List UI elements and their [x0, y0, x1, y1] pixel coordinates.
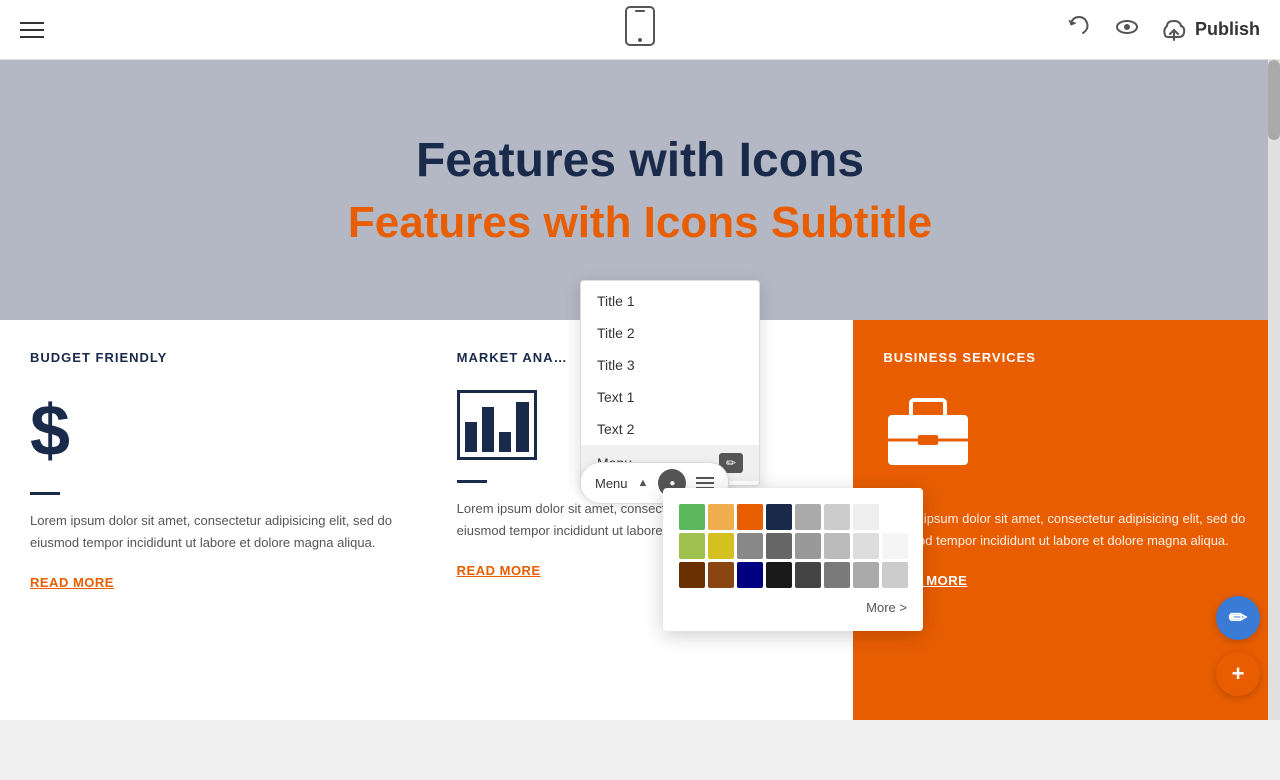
feature-card-budget: BUDGET FRIENDLY $ Lorem ipsum dolor sit … — [0, 320, 427, 720]
dropdown-item-title1[interactable]: Title 1 — [581, 285, 759, 317]
color-swatch[interactable] — [766, 504, 792, 530]
toolbar-left — [20, 22, 44, 38]
color-grid — [679, 504, 907, 588]
color-swatch[interactable] — [679, 504, 705, 530]
color-swatch[interactable] — [882, 562, 908, 588]
more-colors-button[interactable]: More > — [679, 600, 907, 615]
feature-title-budget: BUDGET FRIENDLY — [30, 350, 397, 365]
color-swatch[interactable] — [882, 504, 908, 530]
feature-text-business: Lorem ipsum dolor sit amet, consectetur … — [883, 508, 1250, 552]
divider-market — [457, 480, 487, 483]
menu-toggle-label: Menu — [595, 476, 628, 491]
dropdown-label-title1: Title 1 — [597, 293, 635, 309]
publish-label: Publish — [1195, 19, 1260, 40]
dropdown-item-text2[interactable]: Text 2 — [581, 413, 759, 445]
toolbar: Publish — [0, 0, 1280, 60]
color-swatch[interactable] — [824, 504, 850, 530]
color-swatch[interactable] — [824, 533, 850, 559]
dollar-icon: $ — [30, 390, 397, 472]
color-swatch[interactable] — [795, 562, 821, 588]
color-picker-popup: More > — [663, 488, 923, 631]
color-swatch[interactable] — [737, 504, 763, 530]
fab-add-button[interactable]: + — [1216, 652, 1260, 696]
color-swatch[interactable] — [708, 533, 734, 559]
menu-chevron-up-icon: ▲ — [638, 477, 649, 489]
dropdown-item-text1[interactable]: Text 1 — [581, 381, 759, 413]
fab-edit-button[interactable]: ✏ — [1216, 596, 1260, 640]
dropdown-item-title2[interactable]: Title 2 — [581, 317, 759, 349]
hero-subtitle: Features with Icons Subtitle — [348, 198, 932, 248]
read-more-budget[interactable]: READ MORE — [30, 575, 114, 590]
color-swatch[interactable] — [795, 533, 821, 559]
color-swatch[interactable] — [882, 533, 908, 559]
color-swatch[interactable] — [737, 533, 763, 559]
dropdown-label-text1: Text 1 — [597, 389, 634, 405]
toggle-indicator: ● — [669, 478, 675, 489]
color-swatch[interactable] — [708, 504, 734, 530]
hero-title: Features with Icons — [416, 133, 864, 188]
dropdown-label-title3: Title 3 — [597, 357, 635, 373]
color-swatch[interactable] — [824, 562, 850, 588]
toolbar-right: Publish — [1065, 13, 1260, 47]
dropdown-label-text2: Text 2 — [597, 421, 634, 437]
add-fab-icon: + — [1232, 661, 1245, 687]
mobile-preview-icon[interactable] — [624, 6, 656, 53]
hamburger-menu-icon[interactable] — [20, 22, 44, 38]
color-swatch[interactable] — [853, 562, 879, 588]
color-swatch[interactable] — [853, 504, 879, 530]
dropdown-label-title2: Title 2 — [597, 325, 635, 341]
color-swatch[interactable] — [679, 533, 705, 559]
read-more-market[interactable]: READ MORE — [457, 563, 541, 578]
color-swatch[interactable] — [679, 562, 705, 588]
feature-title-business: BUSINESS SERVICES — [883, 350, 1250, 365]
bar-chart-icon — [457, 390, 537, 460]
color-swatch[interactable] — [766, 533, 792, 559]
feature-text-budget: Lorem ipsum dolor sit amet, consectetur … — [30, 510, 397, 554]
color-swatch[interactable] — [737, 562, 763, 588]
eye-preview-icon[interactable] — [1113, 13, 1141, 47]
dropdown-menu-popup: Title 1 Title 2 Title 3 Text 1 Text 2 Me… — [580, 280, 760, 486]
briefcase-icon — [883, 390, 1250, 470]
divider-budget — [30, 492, 60, 495]
scrollbar-thumb[interactable] — [1268, 60, 1280, 140]
color-swatch[interactable] — [708, 562, 734, 588]
undo-icon[interactable] — [1065, 13, 1093, 47]
edit-fab-icon: ✏ — [1229, 605, 1247, 631]
scrollbar-track — [1268, 60, 1280, 720]
dropdown-item-title3[interactable]: Title 3 — [581, 349, 759, 381]
color-swatch[interactable] — [766, 562, 792, 588]
color-swatch[interactable] — [795, 504, 821, 530]
toolbar-center — [624, 6, 656, 53]
publish-button[interactable]: Publish — [1161, 17, 1260, 43]
color-swatch[interactable] — [853, 533, 879, 559]
